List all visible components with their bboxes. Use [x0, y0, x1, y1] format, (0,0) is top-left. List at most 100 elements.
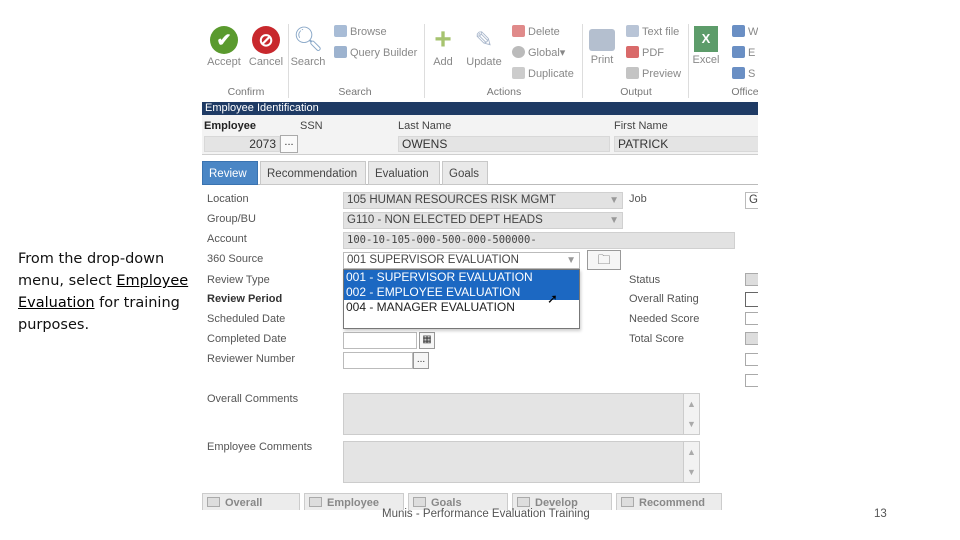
- plus-icon: +: [434, 23, 452, 56]
- pdf-icon: [626, 46, 639, 58]
- chevron-down-icon: ▼: [609, 215, 619, 226]
- excel-icon: X: [694, 26, 718, 52]
- cancel-label: Cancel: [248, 56, 284, 68]
- group-label-search: Search: [338, 86, 372, 98]
- overall-icon: [207, 497, 220, 507]
- overall-button[interactable]: Overall: [202, 493, 300, 510]
- completed-date-field[interactable]: [343, 332, 417, 349]
- employee-comments-label: Employee Comments: [207, 441, 313, 453]
- 360-source-select[interactable]: 001 SUPERVISOR EVALUATION ▼: [343, 252, 580, 269]
- print-label: Print: [590, 54, 614, 66]
- recommend-button[interactable]: Recommend: [616, 493, 722, 510]
- tab-recommendation[interactable]: Recommendation: [260, 161, 366, 185]
- excel-label: Excel: [692, 54, 720, 66]
- total-score-label: Total Score: [629, 333, 685, 345]
- reviewer-lookup-button[interactable]: ...: [413, 352, 429, 369]
- chevron-down-icon: ▾: [559, 47, 566, 59]
- text-file-button[interactable]: Text file: [626, 25, 679, 38]
- checkbox-1[interactable]: [745, 353, 758, 366]
- first-name-label: First Name: [614, 120, 668, 132]
- search-button[interactable]: 🔍︎ Search: [288, 26, 328, 68]
- total-score-field[interactable]: [745, 332, 758, 345]
- page-number: 13: [874, 508, 887, 520]
- group-label-actions: Actions: [486, 86, 522, 98]
- calendar-button[interactable]: ▦: [419, 332, 435, 349]
- duplicate-button[interactable]: Duplicate: [512, 67, 574, 80]
- job-label: Job: [629, 193, 647, 205]
- needed-score-field[interactable]: [745, 312, 758, 325]
- status-field[interactable]: [745, 273, 758, 286]
- location-select[interactable]: 105 HUMAN RESOURCES RISK MGMT ▼: [343, 192, 623, 209]
- text-file-icon: [626, 25, 639, 37]
- group-bu-select[interactable]: G110 - NON ELECTED DEPT HEADS ▼: [343, 212, 623, 229]
- printer-icon: [589, 29, 615, 51]
- status-label: Status: [629, 274, 661, 286]
- ribbon-divider: [688, 24, 689, 98]
- scrollbar[interactable]: ▲ ▼: [683, 394, 699, 434]
- email-icon: [732, 46, 745, 58]
- mouse-cursor-icon: ➚: [547, 291, 558, 306]
- cancel-button[interactable]: ⊘ Cancel: [246, 26, 286, 68]
- recommend-icon: [621, 497, 634, 507]
- overall-rating-label: Overall Rating: [629, 293, 699, 305]
- checkbox-2[interactable]: [745, 374, 758, 387]
- word-button[interactable]: W: [732, 25, 758, 38]
- footer-title: Munis - Performance Evaluation Training: [382, 508, 590, 520]
- dropdown-option[interactable]: 001 - SUPERVISOR EVALUATION: [344, 270, 579, 285]
- word-icon: [732, 25, 745, 37]
- search-icon: 🔍︎: [292, 26, 324, 53]
- overall-rating-field[interactable]: [745, 292, 758, 307]
- email-button[interactable]: E: [732, 46, 755, 59]
- needed-score-label: Needed Score: [629, 313, 700, 325]
- folder-button[interactable]: 🗀: [587, 250, 621, 270]
- delete-button[interactable]: Delete: [512, 25, 560, 38]
- window-title: Employee Identification: [202, 102, 758, 115]
- tab-review[interactable]: Review: [202, 161, 258, 185]
- group-label-confirm: Confirm: [227, 86, 265, 98]
- browse-button[interactable]: Browse: [334, 25, 387, 38]
- folder-icon: 🗀: [597, 252, 611, 267]
- dropdown-option[interactable]: 002 - EMPLOYEE EVALUATION: [344, 285, 579, 300]
- first-name-field[interactable]: PATRICK: [614, 136, 758, 152]
- location-label: Location: [207, 193, 249, 205]
- last-name-label: Last Name: [398, 120, 452, 132]
- group-label-office: Office: [731, 86, 758, 98]
- scheduled-date-label: Scheduled Date: [207, 313, 286, 325]
- employee-lookup-button[interactable]: ...: [280, 135, 298, 153]
- add-label: Add: [433, 56, 453, 68]
- employee-number-field[interactable]: 2073: [204, 136, 280, 152]
- pdf-button[interactable]: PDF: [626, 46, 664, 59]
- 360-source-dropdown-list: 001 - SUPERVISOR EVALUATION 002 - EMPLOY…: [343, 269, 580, 329]
- reviewer-number-field[interactable]: [343, 352, 413, 369]
- last-name-field[interactable]: OWENS: [398, 136, 610, 152]
- pencil-icon: ✎: [474, 27, 494, 52]
- delete-icon: [512, 25, 525, 37]
- preview-button[interactable]: Preview: [626, 67, 681, 80]
- employee-comments-textarea[interactable]: ▲ ▼: [343, 441, 700, 483]
- reviewer-number-label: Reviewer Number: [207, 353, 296, 365]
- print-button[interactable]: Print: [584, 26, 620, 66]
- tab-goals[interactable]: Goals: [442, 161, 488, 185]
- dropdown-option[interactable]: 004 - MANAGER EVALUATION: [344, 300, 579, 315]
- employee-label: Employee: [204, 120, 256, 132]
- review-type-label: Review Type: [207, 274, 270, 286]
- query-builder-button[interactable]: Query Builder: [334, 46, 417, 59]
- update-button[interactable]: ✎ Update: [464, 26, 504, 68]
- account-field[interactable]: 100-10-105-000-500-000-500000-: [343, 232, 735, 249]
- completed-date-label: Completed Date: [207, 333, 287, 345]
- job-field[interactable]: G: [745, 192, 758, 209]
- excel-button[interactable]: X Excel: [690, 26, 722, 66]
- ssn-field[interactable]: [300, 136, 396, 152]
- cancel-icon: ⊘: [252, 26, 280, 54]
- scrollbar[interactable]: ▲ ▼: [683, 442, 699, 482]
- search-label: Search: [290, 56, 326, 68]
- add-button[interactable]: + Add: [426, 23, 460, 69]
- office-s-button[interactable]: S: [732, 67, 755, 80]
- ssn-label: SSN: [300, 120, 323, 132]
- global-button[interactable]: Global▾: [512, 46, 565, 59]
- chevron-down-icon: ▼: [566, 255, 576, 266]
- accept-button[interactable]: ✔ Accept: [204, 26, 244, 68]
- tab-evaluation[interactable]: Evaluation: [368, 161, 440, 185]
- employee-icon: [309, 497, 322, 507]
- overall-comments-textarea[interactable]: ▲ ▼: [343, 393, 700, 435]
